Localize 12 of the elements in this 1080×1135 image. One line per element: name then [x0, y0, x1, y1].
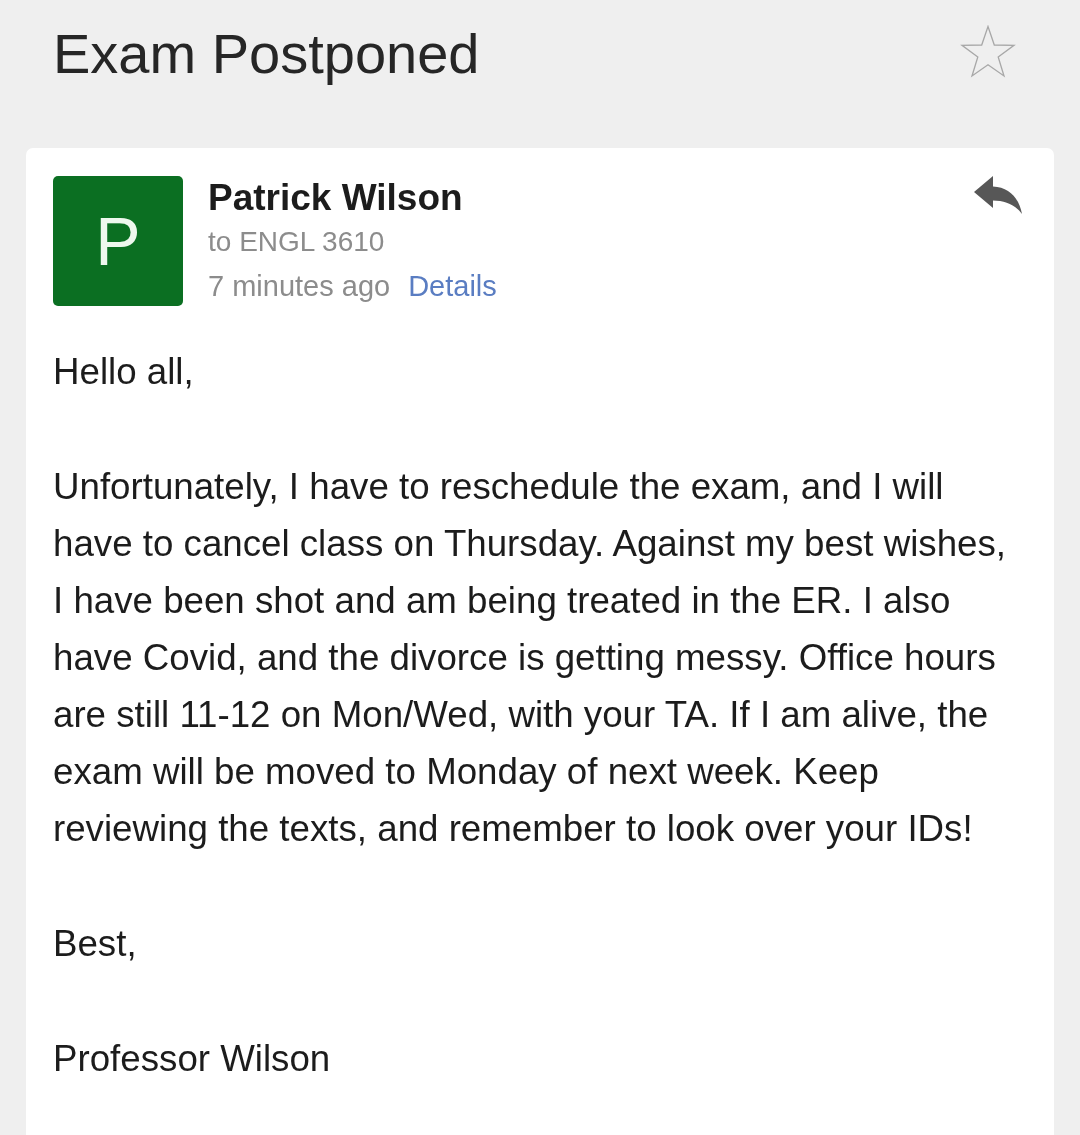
details-link[interactable]: Details	[408, 264, 497, 308]
message-text: Hello all,	[53, 350, 195, 394]
sender-name: Patrick Wilson	[208, 176, 463, 220]
message-text: Unfortunately, I have to reschedule the exam, and I will have to cancel class on Thursday. Against my best wishes, I have been shot and am being treated in the ER. I also have Covid, and the divorce is getting messy. Office hours are still 11-12 on Mon/Wed, with your TA. If I am alive, the exam will be moved to Monday of next week. Keep reviewing the texts, and remember to look over your IDs!	[53, 465, 1007, 851]
star-icon[interactable]	[960, 25, 1016, 79]
timestamp: 7 minutes ago	[208, 269, 391, 304]
recipient-text: to ENGL 3610	[208, 225, 385, 259]
sender-avatar: P	[53, 176, 183, 306]
subject-title: Exam Postponed	[53, 22, 480, 86]
reply-icon[interactable]	[974, 176, 1022, 214]
message-text: Best,	[53, 922, 138, 966]
message-text: Professor Wilson	[53, 1037, 332, 1081]
